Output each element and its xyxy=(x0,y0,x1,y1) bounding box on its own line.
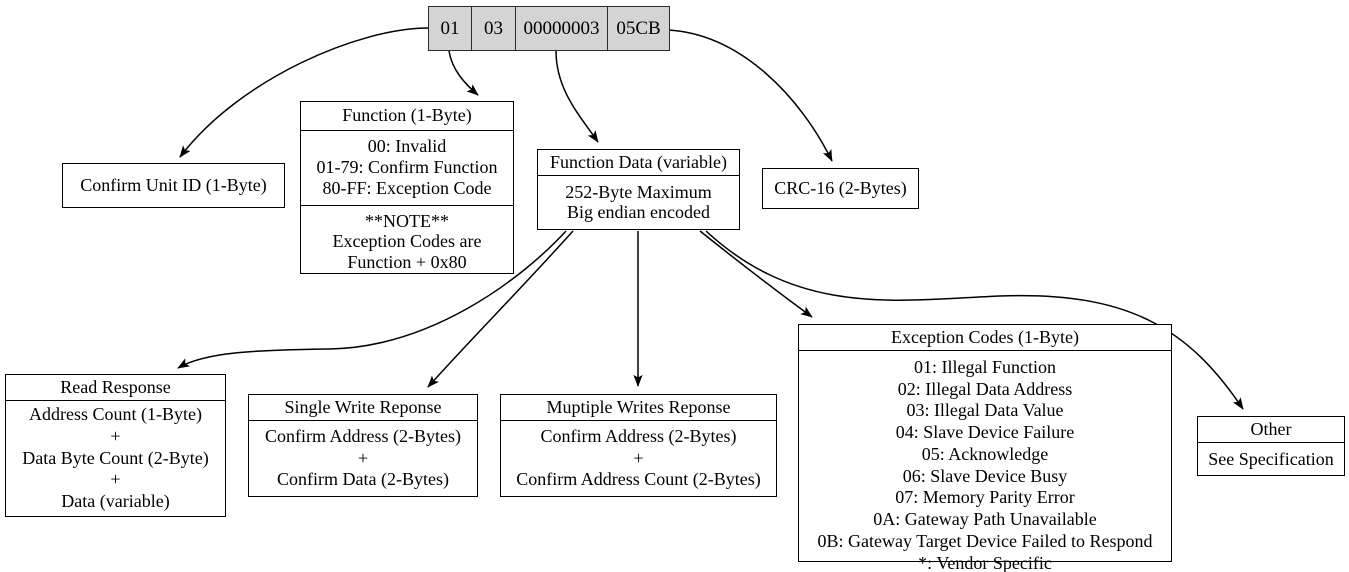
function-data-line: 252-Byte Maximum xyxy=(565,181,712,202)
crc16-title: CRC-16 (2-Bytes) xyxy=(774,178,907,199)
pdu-cell-function[interactable]: 03 xyxy=(471,7,515,50)
multiple-writes-response-line: + xyxy=(633,447,644,468)
read-response-line: + xyxy=(110,426,121,447)
function-codes-cell: 00: Invalid 01-79: Confirm Function 80-F… xyxy=(301,129,513,205)
read-response-line: Address Count (1-Byte) xyxy=(29,404,202,425)
function-note-line: **NOTE** xyxy=(365,210,449,231)
function-note-line: Function + 0x80 xyxy=(347,252,467,273)
edge-crc-to-crc16-box xyxy=(667,29,833,162)
function-note-line: Exception Codes are xyxy=(332,231,482,252)
exception-code-line: 0B: Gateway Target Device Failed to Resp… xyxy=(817,531,1153,551)
pdu-cell-unit-id[interactable]: 01 xyxy=(429,7,471,50)
node-multiple-writes-response: Muptiple Writes Reponse Confirm Address … xyxy=(500,394,777,497)
function-title: Function (1-Byte) xyxy=(342,105,472,125)
read-response-line: + xyxy=(110,469,121,490)
edge-function-to-function-box xyxy=(448,50,479,96)
read-response-line: Data Byte Count (2-Byte) xyxy=(22,447,209,468)
multiple-writes-response-line: Confirm Address (2-Bytes) xyxy=(540,426,737,447)
node-other: Other See Specification xyxy=(1197,416,1345,476)
exception-code-line: 02: Illegal Data Address xyxy=(897,378,1073,399)
exception-codes-body: 01: Illegal Function 02: Illegal Data Ad… xyxy=(799,349,1171,572)
function-note-cell: **NOTE** Exception Codes are Function + … xyxy=(301,204,513,280)
multiple-writes-response-body: Confirm Address (2-Bytes) + Confirm Addr… xyxy=(501,419,776,496)
exception-code-line: 06: Slave Device Busy xyxy=(902,465,1068,486)
multiple-writes-response-title: Muptiple Writes Reponse xyxy=(546,397,731,417)
other-body: See Specification xyxy=(1198,441,1344,475)
other-title: Other xyxy=(1250,419,1292,439)
read-response-title: Read Response xyxy=(60,377,171,397)
response-pdu-frame: 01 03 00000003 05CB xyxy=(428,6,670,51)
edge-data-to-function-data-box xyxy=(555,50,599,143)
function-data-body: 252-Byte Maximum Big endian encoded xyxy=(538,174,739,229)
edge-function-data-to-exception-codes xyxy=(699,230,813,318)
read-response-body: Address Count (1-Byte) + Data Byte Count… xyxy=(6,399,225,516)
single-write-response-line: Confirm Address (2-Bytes) xyxy=(265,426,461,447)
exception-codes-title: Exception Codes (1-Byte) xyxy=(891,327,1079,347)
node-exception-codes: Exception Codes (1-Byte) 01: Illegal Fun… xyxy=(798,324,1172,572)
read-response-line: Data (variable) xyxy=(61,490,170,511)
single-write-response-body: Confirm Address (2-Bytes) + Confirm Data… xyxy=(249,419,477,496)
function-data-line: Big endian encoded xyxy=(567,202,710,223)
single-write-response-line: Confirm Data (2-Bytes) xyxy=(277,469,449,490)
function-code-line: 01-79: Confirm Function xyxy=(316,156,498,177)
node-confirm-unit-id: Confirm Unit ID (1-Byte) xyxy=(62,163,285,208)
function-code-line: 80-FF: Exception Code xyxy=(322,177,492,198)
multiple-writes-response-line: Confirm Address Count (2-Bytes) xyxy=(516,469,761,490)
pdu-cell-crc[interactable]: 05CB xyxy=(607,7,669,50)
node-read-response: Read Response Address Count (1-Byte) + D… xyxy=(5,374,226,517)
node-crc16: CRC-16 (2-Bytes) xyxy=(762,168,919,209)
exception-code-line: 03: Illegal Data Value xyxy=(906,400,1064,421)
function-code-line: 00: Invalid xyxy=(367,135,447,156)
single-write-response-line: + xyxy=(357,447,369,468)
modbus-response-pdu-diagram: 01 03 00000003 05CB Confirm Unit ID (1-B… xyxy=(0,0,1349,572)
exception-code-line: 07: Memory Parity Error xyxy=(895,487,1075,508)
exception-code-line: 05: Acknowledge xyxy=(921,443,1049,464)
exception-code-line: *: Vendor Specific xyxy=(918,552,1052,572)
exception-code-line: 04: Slave Device Failure xyxy=(895,422,1075,443)
single-write-response-title: Single Write Reponse xyxy=(284,397,442,417)
function-data-title: Function Data (variable) xyxy=(550,152,727,172)
confirm-unit-id-title: Confirm Unit ID (1-Byte) xyxy=(80,175,267,196)
node-function: Function (1-Byte) 00: Invalid 01-79: Con… xyxy=(300,101,514,274)
exception-code-line: 0A: Gateway Path Unavailable xyxy=(873,509,1097,530)
node-function-data: Function Data (variable) 252-Byte Maximu… xyxy=(537,149,740,230)
pdu-cell-function-data[interactable]: 00000003 xyxy=(515,7,607,50)
exception-code-line: 01: Illegal Function xyxy=(914,356,1056,377)
node-single-write-response: Single Write Reponse Confirm Address (2-… xyxy=(248,394,478,497)
